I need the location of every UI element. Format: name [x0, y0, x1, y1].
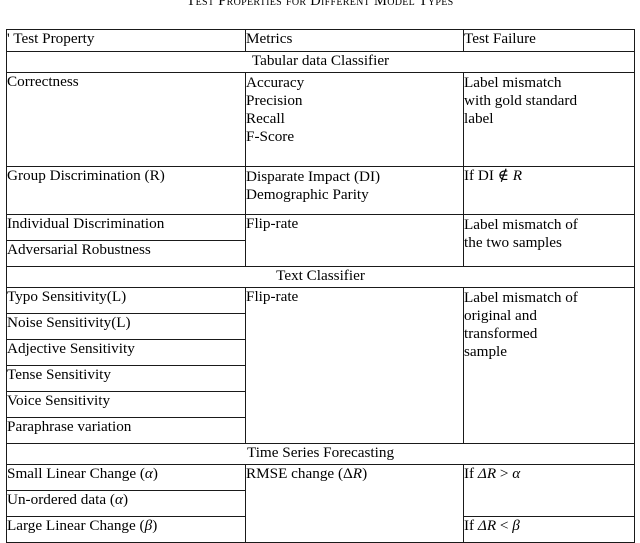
cell-property-individual-discrimination: Individual Discrimination: [6, 214, 246, 241]
metric-text-end: ): [362, 465, 368, 482]
failure-line-1: Label mismatch of: [464, 216, 578, 233]
section-title-tabular: Tabular data Classifier: [6, 51, 635, 73]
alpha-symbol: α: [512, 465, 521, 482]
cell-property-unordered-data: Un-ordered data (α): [6, 490, 246, 517]
cell-metrics-flip-rate-text: Flip-rate: [245, 287, 464, 444]
section-title-text: Text Classifier: [6, 266, 635, 288]
metric-text: RMSE change (: [246, 465, 344, 482]
metric-recall: Recall: [246, 109, 285, 127]
header-metrics: Metrics: [245, 29, 464, 52]
prop-text: Un-ordered data (: [7, 491, 115, 508]
header-test-failure: Test Failure: [463, 29, 635, 52]
cell-failure-transformed: Label mismatch of original and transform…: [463, 287, 635, 444]
alpha-symbol: α: [114, 491, 123, 508]
failure-if-di: If DI: [464, 167, 498, 184]
failure-if: If: [464, 465, 478, 482]
beta-symbol: β: [144, 517, 153, 534]
cell-property-small-linear-change: Small Linear Change (α): [6, 464, 246, 491]
table-header-row: ' Test Property Metrics Test Failure: [6, 29, 635, 52]
failure-line-1: Label mismatch: [464, 74, 562, 91]
metric-precision: Precision: [246, 91, 303, 109]
cell-failure-delta-lt-beta: If ΔR < β: [463, 516, 635, 543]
cell-failure-two-samples: Label mismatch of the two samples: [463, 214, 635, 267]
cell-property-correctness: Correctness: [6, 72, 246, 167]
failure-line-4: sample: [464, 342, 508, 360]
section-header-text: Text Classifier: [6, 266, 635, 288]
failure-line-3: transformed: [464, 324, 538, 342]
metric-demographic-parity: Demographic Parity: [246, 185, 369, 203]
header-test-property: ' Test Property: [6, 29, 246, 52]
less-than-icon: <: [496, 517, 513, 534]
prop-text-end: ): [152, 465, 158, 482]
failure-line-2: original and: [464, 306, 537, 324]
cell-property-noise-sensitivity: Noise Sensitivity(L): [6, 313, 246, 340]
failure-if: If: [464, 517, 478, 534]
failure-line-3: label: [464, 109, 494, 127]
table-caption: Test Properties for Different Model Type…: [186, 0, 454, 9]
test-properties-table: ' Test Property Metrics Test Failure Tab…: [6, 29, 635, 543]
failure-expression-gt: If ΔR > α: [464, 465, 520, 482]
delta-symbol: Δ: [343, 465, 353, 482]
metric-fscore: F-Score: [246, 127, 295, 145]
cell-property-adversarial-robustness: Adversarial Robustness: [6, 240, 246, 267]
section-title-timeseries: Time Series Forecasting: [6, 443, 635, 465]
table-row: Group Discrimination (R) Disparate Impac…: [6, 166, 635, 215]
delta-r-symbol: ΔR: [477, 517, 497, 534]
alpha-symbol: α: [144, 465, 153, 482]
cell-property-paraphrase-variation: Paraphrase variation: [6, 417, 246, 444]
section-header-timeseries: Time Series Forecasting: [6, 443, 635, 465]
failure-var-r: R: [512, 167, 523, 184]
table-row: Typo Sensitivity(L) Flip-rate Label mism…: [6, 287, 635, 444]
prop-text: Large Linear Change (: [7, 517, 145, 534]
cell-metrics-correctness: Accuracy Precision Recall F-Score: [245, 72, 464, 167]
failure-line-2: with gold standard: [464, 91, 578, 109]
table-page: Test Properties for Different Model Type…: [0, 0, 640, 543]
prop-text-end: ): [152, 517, 158, 534]
cell-property-tense-sensitivity: Tense Sensitivity: [6, 365, 246, 392]
failure-expression-di: If DI ∉ R: [464, 167, 522, 184]
metric-disparate-impact: Disparate Impact (DI): [246, 168, 381, 185]
prop-text-end: ): [122, 491, 128, 508]
table-row: Correctness Accuracy Precision Recall F-…: [6, 72, 635, 167]
table-container: ' Test Property Metrics Test Failure Tab…: [6, 29, 635, 543]
cell-metrics-flip-rate-tabular: Flip-rate: [245, 214, 464, 267]
metric-var-r: R: [352, 465, 363, 482]
cell-property-adjective-sensitivity: Adjective Sensitivity: [6, 339, 246, 366]
cell-metrics-group-discrimination: Disparate Impact (DI) Demographic Parity: [245, 166, 464, 215]
beta-symbol: β: [512, 517, 520, 534]
cell-property-voice-sensitivity: Voice Sensitivity: [6, 391, 246, 418]
cell-failure-group-discrimination: If DI ∉ R: [463, 166, 635, 215]
greater-than-icon: >: [496, 465, 513, 482]
table-row: Individual Discrimination Flip-rate Labe…: [6, 214, 635, 267]
cell-property-large-linear-change: Large Linear Change (β): [6, 516, 246, 543]
delta-r-symbol: ΔR: [477, 465, 497, 482]
metric-accuracy: Accuracy: [246, 74, 305, 91]
failure-line-2: the two samples: [464, 233, 562, 251]
cell-metrics-rmse-change: RMSE change (ΔR): [245, 464, 464, 543]
table-row: Small Linear Change (α) RMSE change (ΔR)…: [6, 464, 635, 543]
section-header-tabular: Tabular data Classifier: [6, 51, 635, 73]
cell-property-typo-sensitivity: Typo Sensitivity(L): [6, 287, 246, 314]
not-element-of-icon: ∉: [497, 167, 509, 184]
failure-line-1: Label mismatch of: [464, 289, 578, 306]
prop-text: Small Linear Change (: [7, 465, 145, 482]
failure-expression-lt: If ΔR < β: [464, 517, 520, 534]
cell-failure-correctness: Label mismatch with gold standard label: [463, 72, 635, 167]
cell-property-group-discrimination: Group Discrimination (R): [6, 166, 246, 215]
